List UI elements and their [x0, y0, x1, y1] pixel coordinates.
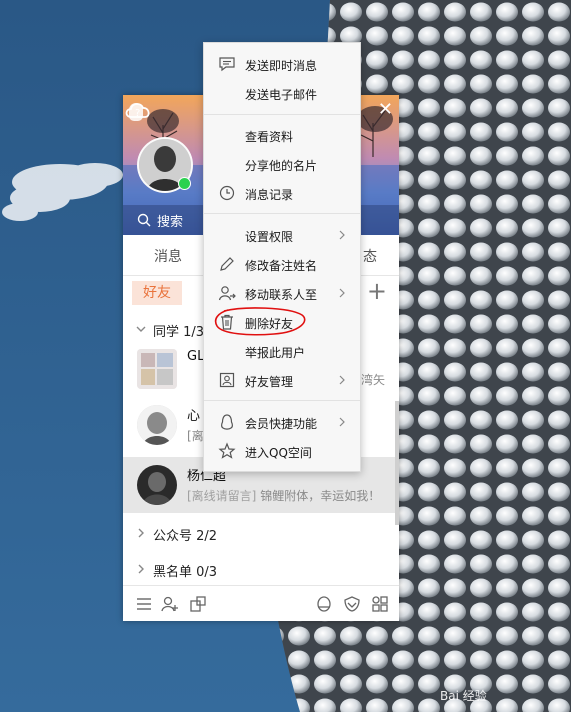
menu-item-label: 移动联系人至	[245, 288, 318, 302]
menu-item-friend-management[interactable]: 好友管理	[204, 366, 360, 394]
menu-item-send-email[interactable]: 发送电子邮件	[204, 79, 360, 107]
app-grid-icon[interactable]	[371, 595, 389, 613]
contact-status: [离线请留言] 锦鲤附体，幸运如我！	[187, 487, 380, 504]
contact-card-icon	[219, 372, 235, 388]
add-contact-button[interactable]: +	[367, 277, 387, 305]
menu-item-label: 发送电子邮件	[245, 88, 318, 102]
menu-item-qzone[interactable]: 进入QQ空间	[204, 437, 360, 465]
menu-item-label: 举报此用户	[245, 346, 306, 360]
chevron-right-icon	[339, 417, 345, 427]
contact-right-text: 湾矢	[360, 373, 385, 387]
watermark: Bai 经验	[440, 688, 487, 703]
app-manager-icon[interactable]	[189, 595, 207, 613]
weather-icon[interactable]: ?	[123, 95, 153, 125]
menu-item-label: 设置权限	[245, 230, 294, 244]
contact-avatar	[137, 405, 177, 445]
star-icon	[218, 442, 236, 459]
menu-item-label: 修改备注姓名	[245, 259, 318, 273]
menu-item-label: 删除好友	[245, 317, 294, 331]
contact-signature: 锦鲤附体，幸运如我！	[260, 489, 381, 503]
clock-icon	[219, 185, 235, 201]
search-icon	[137, 213, 151, 227]
menu-item-delete-friend[interactable]: 删除好友	[204, 308, 360, 336]
svg-text:?: ?	[135, 108, 140, 119]
chevron-right-icon	[339, 288, 345, 298]
menu-item-label: 消息记录	[245, 188, 294, 202]
group-label: 公众号 2/2	[153, 529, 218, 544]
chat-bubble-icon	[219, 57, 235, 72]
penguin-outline-icon	[221, 414, 233, 430]
tab-dynamic[interactable]: 态	[363, 246, 377, 266]
contact-context-menu: 发送即时消息 发送电子邮件 查看资料 分享他的名片 消息记录 设置权限 修改备注…	[203, 42, 361, 472]
menu-item-label: 好友管理	[245, 375, 294, 389]
chevron-right-icon	[339, 230, 345, 240]
contact-name: GL	[187, 349, 205, 364]
main-menu-icon[interactable]	[135, 595, 153, 613]
menu-item-move-contact[interactable]: 移动联系人至	[204, 279, 360, 307]
search-placeholder: 搜索	[157, 215, 184, 230]
menu-item-edit-remark[interactable]: 修改备注姓名	[204, 250, 360, 278]
trash-icon	[221, 314, 233, 330]
menu-item-set-permissions[interactable]: 设置权限	[204, 221, 360, 249]
bottom-toolbar	[123, 585, 399, 621]
menu-item-label: 发送即时消息	[245, 59, 318, 73]
tab-messages[interactable]: 消息	[154, 246, 182, 266]
close-icon[interactable]: ✕	[378, 101, 393, 119]
contact-name: 心	[187, 409, 201, 424]
scrollbar[interactable]	[395, 401, 399, 525]
menu-item-vip-shortcuts[interactable]: 会员快捷功能	[204, 408, 360, 436]
menu-item-report-user[interactable]: 举报此用户	[204, 337, 360, 365]
move-contact-icon	[218, 286, 236, 301]
menu-item-label: 查看资料	[245, 130, 294, 144]
contact-avatar	[137, 465, 177, 505]
chevron-down-icon	[136, 326, 146, 332]
menu-separator	[204, 400, 360, 401]
online-status-dot	[178, 177, 191, 190]
menu-separator	[204, 213, 360, 214]
group-official-accounts[interactable]: 公众号 2/2	[123, 520, 399, 548]
menu-item-send-message[interactable]: 发送即时消息	[204, 50, 360, 78]
group-blacklist[interactable]: 黑名单 0/3	[123, 556, 399, 584]
menu-item-share-card[interactable]: 分享他的名片	[204, 150, 360, 178]
chevron-right-icon	[138, 564, 144, 574]
menu-item-label: 进入QQ空间	[245, 446, 312, 460]
security-shield-icon[interactable]	[343, 595, 361, 613]
menu-separator	[204, 114, 360, 115]
contact-avatar	[137, 349, 177, 389]
chevron-right-icon	[339, 375, 345, 385]
group-label: 同学 1/3	[153, 325, 205, 340]
add-friend-icon[interactable]	[161, 595, 179, 613]
chevron-right-icon	[138, 528, 144, 538]
menu-item-label: 分享他的名片	[245, 159, 318, 173]
pencil-icon	[220, 257, 234, 271]
qq-pet-icon[interactable]	[315, 595, 333, 613]
menu-item-view-profile[interactable]: 查看资料	[204, 121, 360, 149]
menu-item-label: 会员快捷功能	[245, 417, 318, 431]
contact-status: [离	[187, 429, 204, 443]
group-label: 黑名单 0/3	[153, 565, 218, 580]
contact-status-tag: [离线请留言]	[187, 489, 257, 503]
menu-item-message-history[interactable]: 消息记录	[204, 179, 360, 207]
tab-friends[interactable]: 好友	[132, 281, 182, 305]
